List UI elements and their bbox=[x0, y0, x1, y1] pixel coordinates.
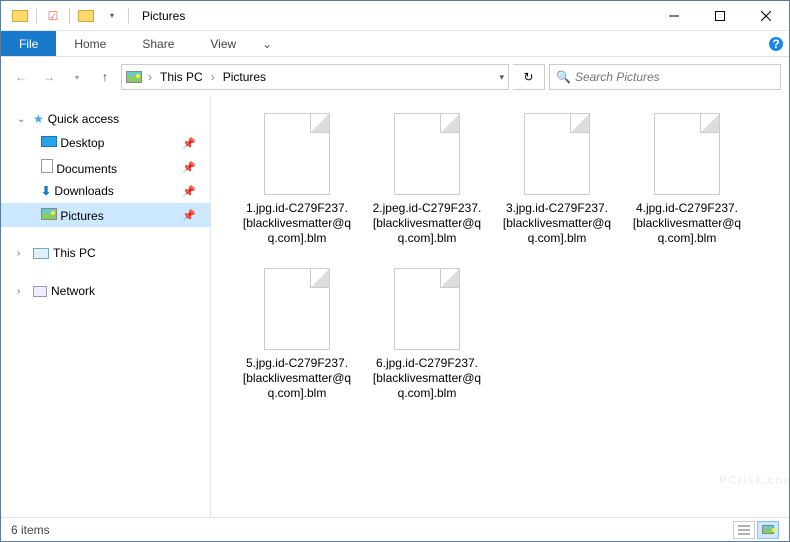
file-item[interactable]: 6.jpg.id-C279F237.[blacklivesmatter@qq.c… bbox=[371, 268, 483, 401]
nav-row: ← → ▾ ↑ › This PC › Pictures ▾ ↻ 🔍 bbox=[1, 57, 789, 97]
search-box[interactable]: 🔍 bbox=[549, 64, 781, 90]
chevron-down-icon[interactable]: ⌄ bbox=[17, 114, 29, 125]
file-icon bbox=[264, 113, 330, 195]
document-icon bbox=[41, 159, 53, 173]
minimize-button[interactable] bbox=[651, 1, 697, 31]
sidebar-label: Quick access bbox=[48, 112, 119, 126]
chevron-right-icon[interactable]: › bbox=[148, 70, 152, 84]
back-button[interactable]: ← bbox=[9, 65, 33, 89]
status-bar: 6 items bbox=[1, 517, 789, 541]
watermark: PCrisk.com bbox=[719, 441, 789, 495]
pin-icon: 📌 bbox=[182, 185, 196, 198]
icons-view-button[interactable] bbox=[757, 521, 779, 539]
properties-icon[interactable]: ☑ bbox=[44, 7, 62, 25]
sidebar-label: Network bbox=[51, 284, 95, 298]
file-name: 5.jpg.id-C279F237.[blacklivesmatter@qq.c… bbox=[241, 356, 353, 401]
breadcrumb-current[interactable]: Pictures bbox=[221, 70, 268, 84]
sidebar-item-documents[interactable]: Documents 📌 bbox=[1, 155, 210, 179]
pin-icon: 📌 bbox=[182, 209, 196, 222]
pictures-icon bbox=[41, 208, 57, 220]
sidebar-label: This PC bbox=[53, 246, 96, 260]
qat-folder-icon[interactable] bbox=[77, 7, 95, 25]
pin-icon: 📌 bbox=[182, 161, 196, 174]
window-title: Pictures bbox=[142, 9, 185, 23]
file-name: 4.jpg.id-C279F237.[blacklivesmatter@qq.c… bbox=[631, 201, 743, 246]
file-icon bbox=[264, 268, 330, 350]
ribbon-expand-icon[interactable]: ⌄ bbox=[254, 31, 280, 56]
file-name: 1.jpg.id-C279F237.[blacklivesmatter@qq.c… bbox=[241, 201, 353, 246]
chevron-right-icon[interactable]: › bbox=[211, 70, 215, 84]
pc-icon bbox=[33, 248, 49, 259]
tab-view[interactable]: View bbox=[192, 31, 254, 56]
help-icon[interactable]: ? bbox=[763, 31, 789, 56]
sidebar-quick-access[interactable]: ⌄ ★ Quick access bbox=[1, 107, 210, 131]
file-name: 2.jpeg.id-C279F237.[blacklivesmatter@qq.… bbox=[371, 201, 483, 246]
search-input[interactable] bbox=[575, 70, 774, 84]
sidebar-item-pictures[interactable]: Pictures 📌 bbox=[1, 203, 210, 227]
sidebar-item-label: Pictures bbox=[60, 209, 103, 223]
file-item[interactable]: 4.jpg.id-C279F237.[blacklivesmatter@qq.c… bbox=[631, 113, 743, 246]
file-icon bbox=[524, 113, 590, 195]
star-icon: ★ bbox=[33, 112, 44, 126]
details-view-button[interactable] bbox=[733, 521, 755, 539]
sidebar-item-downloads[interactable]: ⬇ Downloads 📌 bbox=[1, 179, 210, 203]
content-area[interactable]: 1.jpg.id-C279F237.[blacklivesmatter@qq.c… bbox=[211, 97, 789, 517]
address-bar[interactable]: › This PC › Pictures ▾ bbox=[121, 64, 509, 90]
sidebar-network[interactable]: › Network bbox=[1, 279, 210, 303]
search-icon: 🔍 bbox=[556, 70, 571, 84]
title-bar: ☑ ▾ Pictures bbox=[1, 1, 789, 31]
chevron-right-icon[interactable]: › bbox=[17, 286, 29, 297]
sidebar-item-label: Downloads bbox=[54, 184, 113, 198]
up-button[interactable]: ↑ bbox=[93, 65, 117, 89]
tab-home[interactable]: Home bbox=[56, 31, 124, 56]
svg-text:?: ? bbox=[772, 37, 779, 51]
ribbon: File Home Share View ⌄ ? bbox=[1, 31, 789, 57]
file-icon bbox=[394, 268, 460, 350]
file-item[interactable]: 2.jpeg.id-C279F237.[blacklivesmatter@qq.… bbox=[371, 113, 483, 246]
folder-icon bbox=[11, 7, 29, 25]
address-dropdown-icon[interactable]: ▾ bbox=[499, 72, 504, 83]
file-name: 3.jpg.id-C279F237.[blacklivesmatter@qq.c… bbox=[501, 201, 613, 246]
file-icon bbox=[654, 113, 720, 195]
file-item[interactable]: 5.jpg.id-C279F237.[blacklivesmatter@qq.c… bbox=[241, 268, 353, 401]
file-tab[interactable]: File bbox=[1, 31, 56, 56]
file-icon bbox=[394, 113, 460, 195]
pin-icon: 📌 bbox=[182, 137, 196, 150]
sidebar-this-pc[interactable]: › This PC bbox=[1, 241, 210, 265]
sidebar-item-label: Desktop bbox=[60, 136, 104, 150]
file-name: 6.jpg.id-C279F237.[blacklivesmatter@qq.c… bbox=[371, 356, 483, 401]
location-icon bbox=[126, 71, 142, 83]
file-grid: 1.jpg.id-C279F237.[blacklivesmatter@qq.c… bbox=[241, 113, 779, 401]
network-icon bbox=[33, 286, 47, 297]
download-icon: ⬇ bbox=[41, 184, 51, 198]
file-item[interactable]: 3.jpg.id-C279F237.[blacklivesmatter@qq.c… bbox=[501, 113, 613, 246]
maximize-button[interactable] bbox=[697, 1, 743, 31]
sidebar: ⌄ ★ Quick access Desktop 📌 Documents 📌 ⬇… bbox=[1, 97, 211, 517]
close-button[interactable] bbox=[743, 1, 789, 31]
desktop-icon bbox=[41, 136, 57, 147]
breadcrumb-root[interactable]: This PC bbox=[158, 70, 205, 84]
refresh-button[interactable]: ↻ bbox=[513, 64, 545, 90]
recent-dropdown-icon[interactable]: ▾ bbox=[65, 65, 89, 89]
file-item[interactable]: 1.jpg.id-C279F237.[blacklivesmatter@qq.c… bbox=[241, 113, 353, 246]
chevron-right-icon[interactable]: › bbox=[17, 248, 29, 259]
tab-share[interactable]: Share bbox=[124, 31, 192, 56]
sidebar-item-label: Documents bbox=[56, 162, 117, 176]
forward-button[interactable]: → bbox=[37, 65, 61, 89]
item-count: 6 items bbox=[11, 523, 50, 537]
qat-dropdown-icon[interactable]: ▾ bbox=[103, 7, 121, 25]
sidebar-item-desktop[interactable]: Desktop 📌 bbox=[1, 131, 210, 155]
